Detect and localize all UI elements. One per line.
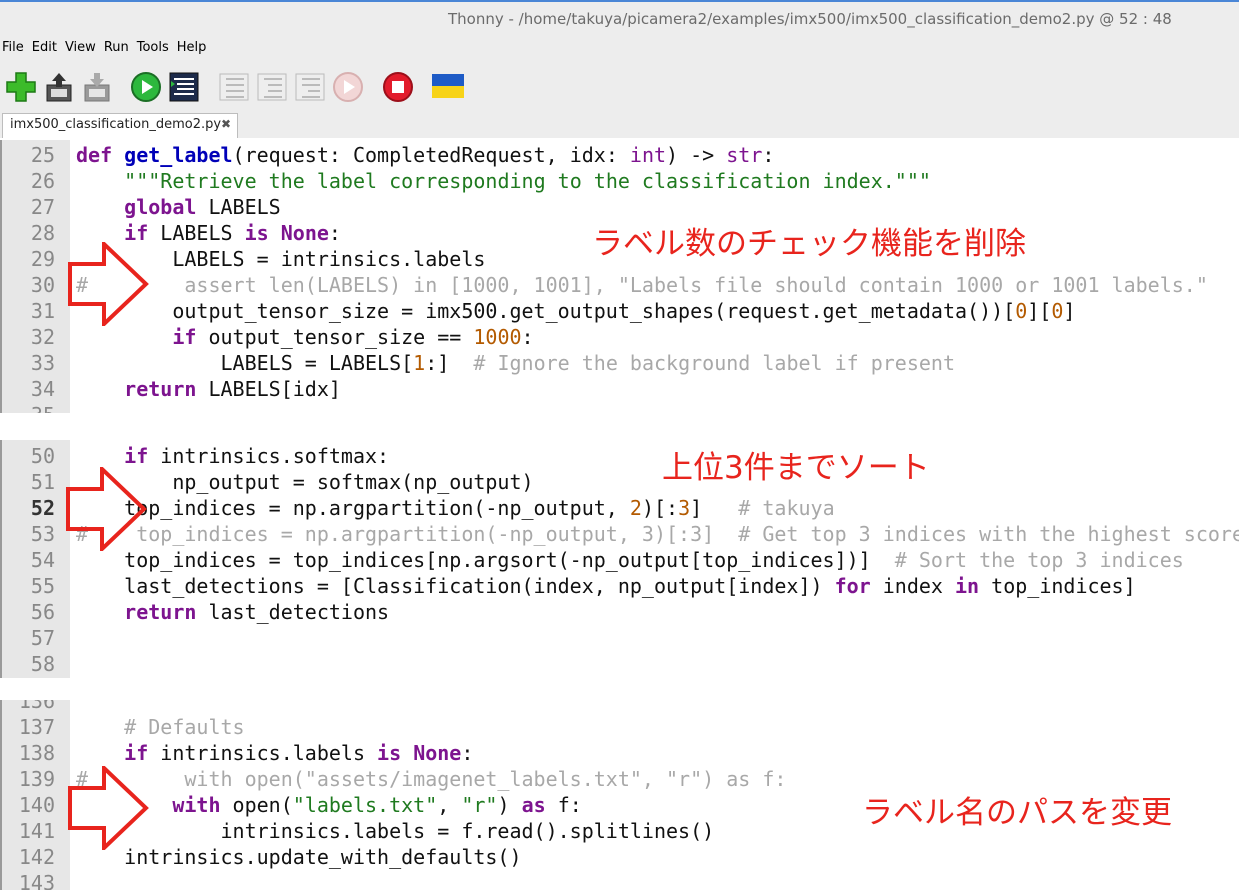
editor-tab[interactable]: imx500_classification_demo2.py ✖ xyxy=(2,113,238,138)
menu-view[interactable]: View xyxy=(62,36,101,55)
annotation-remove-label-check: ラベル数のチェック機能を削除 xyxy=(592,226,1026,262)
step-out-icon[interactable] xyxy=(294,71,326,103)
save-file-icon[interactable] xyxy=(81,71,113,103)
close-icon[interactable]: ✖ xyxy=(221,117,231,131)
step-over-icon[interactable] xyxy=(218,71,250,103)
annotation-sort-top3: 上位3件までソート xyxy=(662,450,930,486)
menu-help[interactable]: Help xyxy=(174,36,212,55)
menu-edit[interactable]: Edit xyxy=(29,36,62,55)
debug-icon[interactable] xyxy=(168,71,200,103)
annotation-change-label-path: ラベル名のパスを変更 xyxy=(862,795,1172,831)
menu-bar: File Edit View Run Tools Help xyxy=(0,36,1239,60)
resume-icon[interactable] xyxy=(332,71,364,103)
editor-tab-bar: imx500_classification_demo2.py ✖ xyxy=(0,112,1239,138)
menu-run[interactable]: Run xyxy=(101,36,134,55)
run-icon[interactable] xyxy=(130,71,162,103)
red-arrow-icon xyxy=(68,242,149,326)
window-title: Thonny - /home/takuya/picamera2/examples… xyxy=(448,10,1172,28)
red-arrow-icon xyxy=(66,467,147,551)
ukraine-flag-icon[interactable] xyxy=(432,74,464,98)
load-file-icon[interactable] xyxy=(43,71,75,103)
stop-icon[interactable] xyxy=(382,71,414,103)
code-panel-1[interactable]: 25 def get_label(request: CompletedReques… xyxy=(0,140,1239,413)
window-titlebar: Thonny - /home/takuya/picamera2/examples… xyxy=(0,0,1239,36)
code-panel-2[interactable]: 50 if intrinsics.softmax: 51 np_output =… xyxy=(0,440,1239,678)
toolbar xyxy=(0,60,1239,112)
tab-label: imx500_classification_demo2.py xyxy=(10,117,222,132)
step-into-icon[interactable] xyxy=(256,71,288,103)
menu-tools[interactable]: Tools xyxy=(134,36,174,55)
red-arrow-icon xyxy=(68,766,149,850)
menu-file[interactable]: File xyxy=(0,36,29,55)
new-file-icon[interactable] xyxy=(5,71,37,103)
